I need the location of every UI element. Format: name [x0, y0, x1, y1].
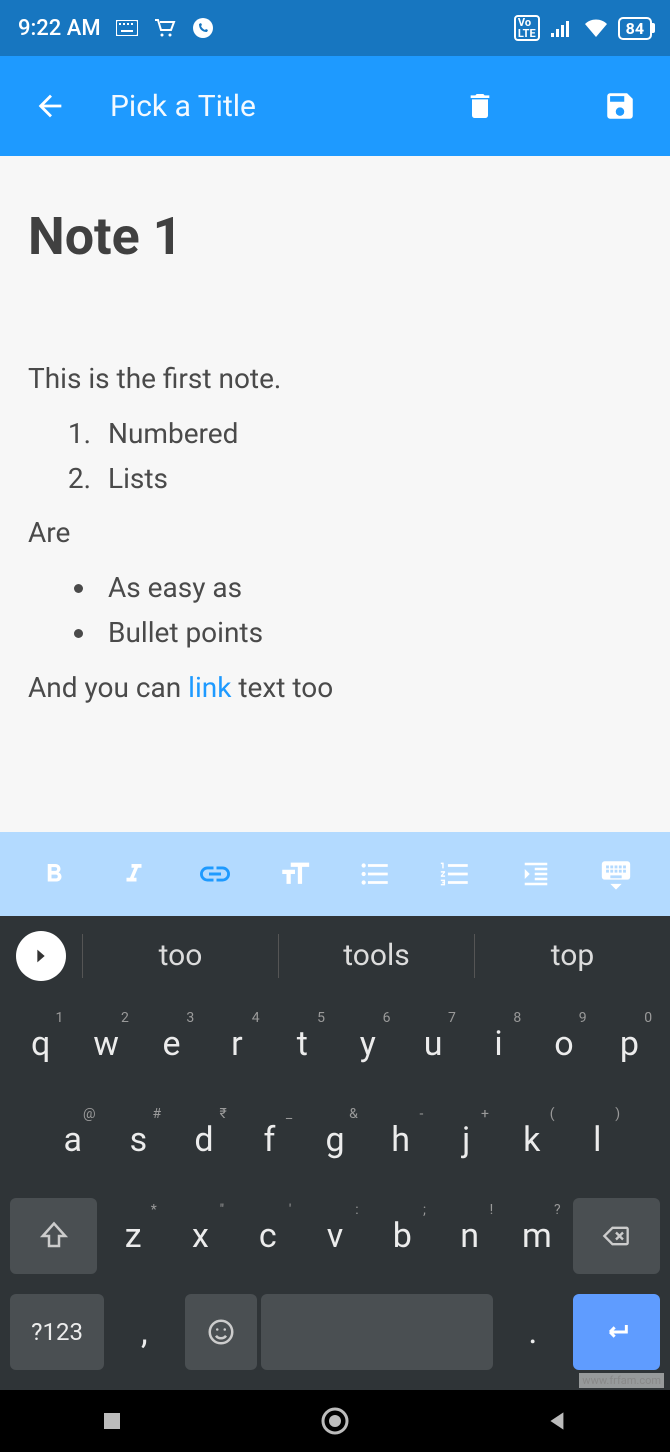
expand-suggestions-button[interactable]	[16, 931, 66, 981]
soft-keyboard: too tools top q1w2e3r4t5y6u7i8o9p0 a@s#d…	[0, 916, 670, 1390]
numbered-list-button[interactable]	[431, 850, 479, 898]
bold-button[interactable]	[30, 850, 78, 898]
hide-keyboard-button[interactable]	[592, 850, 640, 898]
note-line-mid: Are	[28, 511, 642, 556]
list-item: Bullet points	[98, 611, 642, 656]
suggestion-3[interactable]: top	[474, 934, 670, 978]
backspace-key[interactable]	[573, 1198, 660, 1274]
indent-button[interactable]	[512, 850, 560, 898]
key-t[interactable]: t5	[272, 1006, 333, 1082]
recent-apps-button[interactable]	[94, 1403, 130, 1439]
suggestion-1[interactable]: too	[82, 934, 278, 978]
key-m[interactable]: m?	[505, 1198, 568, 1274]
battery-indicator: 84	[618, 17, 652, 40]
key-j[interactable]: j+	[435, 1102, 497, 1178]
key-d[interactable]: d₹	[173, 1102, 235, 1178]
key-k[interactable]: k(	[501, 1102, 563, 1178]
shift-key[interactable]	[10, 1198, 97, 1274]
note-line-outro: And you can link text too	[28, 666, 642, 711]
status-time: 9:22 AM	[18, 16, 101, 41]
italic-button[interactable]	[110, 850, 158, 898]
note-content-area[interactable]: Note 1 This is the first note. Numbered …	[0, 156, 670, 832]
suggestion-2[interactable]: tools	[278, 934, 474, 978]
note-body[interactable]: This is the first note. Numbered Lists A…	[28, 357, 642, 711]
keyboard-row-1: q1w2e3r4t5y6u7i8o9p0	[0, 996, 670, 1092]
period-key[interactable]: .	[497, 1294, 569, 1370]
key-c[interactable]: c'	[236, 1198, 299, 1274]
wifi-icon	[584, 18, 608, 38]
key-y[interactable]: y6	[337, 1006, 398, 1082]
back-button[interactable]	[30, 86, 70, 126]
cart-status-icon	[153, 18, 177, 38]
title-input[interactable]: Pick a Title	[110, 89, 256, 124]
key-n[interactable]: n!	[438, 1198, 501, 1274]
key-w[interactable]: w2	[75, 1006, 136, 1082]
keyboard-status-icon	[115, 18, 139, 38]
space-key[interactable]	[261, 1294, 493, 1370]
key-u[interactable]: u7	[402, 1006, 463, 1082]
comma-key[interactable]: ,	[108, 1294, 180, 1370]
keyboard-row-2: a@s#d₹f_g&h-j+k(l)	[0, 1092, 670, 1188]
watermark: www.frfam.com	[579, 1373, 664, 1388]
key-l[interactable]: l)	[567, 1102, 629, 1178]
format-toolbar	[0, 832, 670, 916]
ordered-list: Numbered Lists	[98, 412, 642, 502]
key-b[interactable]: b;	[371, 1198, 434, 1274]
key-s[interactable]: s#	[108, 1102, 170, 1178]
keyboard-row-3: z*x"c'v:b;n!m?	[0, 1188, 670, 1284]
key-o[interactable]: o9	[533, 1006, 594, 1082]
status-bar: 9:22 AM VoLTE 84	[0, 0, 670, 56]
save-button[interactable]	[600, 86, 640, 126]
key-i[interactable]: i8	[468, 1006, 529, 1082]
text-size-button[interactable]	[271, 850, 319, 898]
link-button[interactable]	[191, 850, 239, 898]
key-e[interactable]: e3	[141, 1006, 202, 1082]
key-r[interactable]: r4	[206, 1006, 267, 1082]
link-text[interactable]: link	[188, 671, 231, 704]
key-x[interactable]: x"	[169, 1198, 232, 1274]
key-h[interactable]: h-	[370, 1102, 432, 1178]
key-z[interactable]: z*	[101, 1198, 164, 1274]
key-v[interactable]: v:	[303, 1198, 366, 1274]
list-item: Lists	[98, 457, 642, 502]
key-f[interactable]: f_	[239, 1102, 301, 1178]
delete-button[interactable]	[460, 86, 500, 126]
keyboard-row-4: ?123 , .	[0, 1284, 670, 1390]
symbols-key[interactable]: ?123	[10, 1294, 104, 1370]
signal-icon	[550, 18, 574, 38]
app-bar: Pick a Title	[0, 56, 670, 156]
home-button[interactable]	[317, 1403, 353, 1439]
nav-back-button[interactable]	[540, 1403, 576, 1439]
volte-icon: VoLTE	[514, 15, 540, 41]
suggestion-bar: too tools top	[0, 916, 670, 996]
key-g[interactable]: g&	[304, 1102, 366, 1178]
note-title[interactable]: Note 1	[28, 206, 642, 267]
phone-status-icon	[191, 18, 215, 38]
note-line-intro: This is the first note.	[28, 357, 642, 402]
key-a[interactable]: a@	[42, 1102, 104, 1178]
key-q[interactable]: q1	[10, 1006, 71, 1082]
list-item: As easy as	[98, 566, 642, 611]
navigation-bar	[0, 1390, 670, 1452]
enter-key[interactable]	[573, 1294, 660, 1370]
key-p[interactable]: p0	[599, 1006, 660, 1082]
emoji-key[interactable]	[185, 1294, 257, 1370]
bulleted-list: As easy as Bullet points	[98, 566, 642, 656]
bulleted-list-button[interactable]	[351, 850, 399, 898]
list-item: Numbered	[98, 412, 642, 457]
